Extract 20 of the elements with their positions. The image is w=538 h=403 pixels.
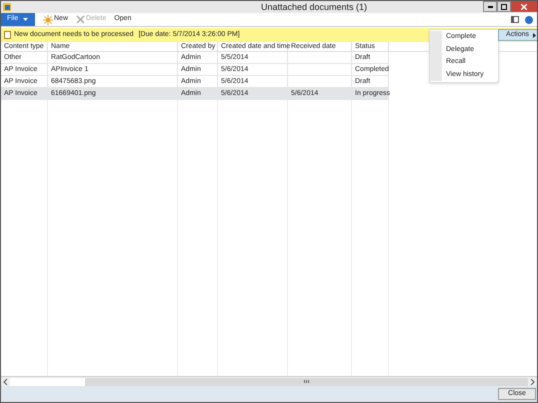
panel-icon[interactable] bbox=[511, 16, 519, 23]
sun-icon bbox=[43, 14, 53, 24]
caret-right-icon bbox=[533, 32, 536, 38]
restore-icon bbox=[501, 4, 507, 10]
delete-icon bbox=[76, 15, 86, 24]
close-icon bbox=[521, 4, 527, 10]
window-title: Unattached documents (1) bbox=[260, 1, 368, 13]
horizontal-scrollbar[interactable] bbox=[1, 376, 537, 386]
restore-button[interactable] bbox=[497, 1, 511, 12]
close-window-button[interactable] bbox=[511, 1, 537, 12]
caret-icon bbox=[23, 18, 28, 21]
document-icon bbox=[4, 31, 11, 39]
scroll-left-icon[interactable] bbox=[3, 378, 8, 384]
scrollbar-thumb[interactable] bbox=[85, 378, 528, 386]
app-icon bbox=[3, 3, 11, 11]
scroll-right-icon[interactable] bbox=[530, 378, 535, 384]
minimize-button[interactable] bbox=[483, 1, 497, 12]
help-icon[interactable] bbox=[525, 16, 533, 24]
grip-icon bbox=[304, 380, 309, 383]
minimize-icon bbox=[488, 6, 492, 8]
